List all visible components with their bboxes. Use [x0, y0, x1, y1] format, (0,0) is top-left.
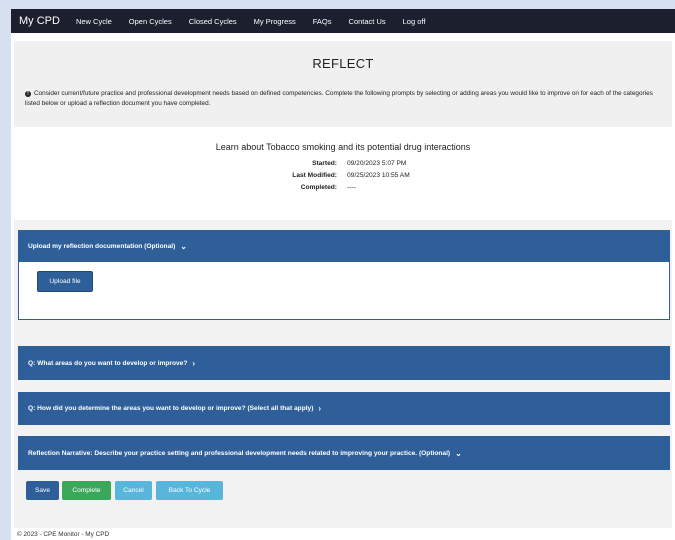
brand-link[interactable]: My CPD [19, 15, 60, 27]
nav-log-off[interactable]: Log off [403, 17, 426, 26]
started-label: Started: [312, 160, 337, 167]
complete-button[interactable]: Complete [62, 481, 111, 500]
instructions: ! Consider current/future practice and pr… [25, 89, 661, 109]
modified-row: Last Modified: 09/25/2023 10:55 AM [11, 170, 675, 182]
nav-new-cycle[interactable]: New Cycle [76, 17, 112, 26]
modified-value: 09/25/2023 10:55 AM [347, 172, 410, 179]
upload-panel-label: Upload my reflection documentation (Opti… [28, 243, 176, 250]
nav-my-progress[interactable]: My Progress [254, 17, 296, 26]
info-circle-icon: ! [25, 91, 31, 97]
top-navbar: My CPD New Cycle Open Cycles Closed Cycl… [11, 9, 675, 33]
reflect-header: REFLECT ! Consider current/future practic… [14, 41, 672, 127]
upload-file-button[interactable]: Upload file [37, 271, 93, 292]
determine-areas-panel[interactable]: Q: How did you determine the areas you w… [18, 392, 670, 425]
upload-panel-header[interactable]: Upload my reflection documentation (Opti… [18, 230, 670, 263]
nav-closed-cycles[interactable]: Closed Cycles [189, 17, 237, 26]
nav-contact-us[interactable]: Contact Us [349, 17, 386, 26]
completed-row: Completed: ---- [11, 182, 675, 194]
activity-title: Learn about Tobacco smoking and its pote… [215, 142, 471, 152]
chevron-down-icon: ⌄ [455, 448, 462, 458]
reflection-narrative-panel[interactable]: Reflection Narrative: Describe your prac… [18, 436, 670, 470]
footer-copyright: © 2023 - CPE Monitor - My CPD [17, 531, 110, 538]
page-title: REFLECT [312, 56, 374, 71]
upload-panel-body: Upload file [18, 262, 670, 320]
back-to-cycle-button[interactable]: Back To Cycle [156, 481, 223, 500]
started-row: Started: 09/20/2023 5:07 PM [11, 158, 675, 170]
chevron-down-icon: ⌄ [180, 242, 187, 251]
develop-areas-label: Q: What areas do you want to develop or … [28, 359, 188, 367]
started-value: 09/20/2023 5:07 PM [347, 160, 407, 167]
activity-dates: Started: 09/20/2023 5:07 PM Last Modifie… [11, 158, 675, 194]
cancel-button[interactable]: Cancel [115, 481, 152, 500]
chevron-right-icon: › [192, 358, 196, 368]
completed-label: Completed: [300, 184, 337, 191]
instructions-text: Consider current/future practice and pro… [25, 90, 653, 107]
completed-value: ---- [347, 184, 356, 191]
page: My CPD New Cycle Open Cycles Closed Cycl… [11, 9, 675, 540]
nav-faqs[interactable]: FAQs [313, 17, 332, 26]
activity-summary: Learn about Tobacco smoking and its pote… [11, 142, 675, 194]
develop-areas-panel[interactable]: Q: What areas do you want to develop or … [18, 346, 670, 380]
reflection-narrative-label: Reflection Narrative: Describe your prac… [28, 449, 451, 457]
determine-areas-label: Q: How did you determine the areas you w… [28, 405, 314, 412]
nav-open-cycles[interactable]: Open Cycles [129, 17, 172, 26]
chevron-right-icon: › [318, 404, 322, 413]
modified-label: Last Modified: [292, 172, 337, 179]
save-button[interactable]: Save [26, 481, 59, 500]
